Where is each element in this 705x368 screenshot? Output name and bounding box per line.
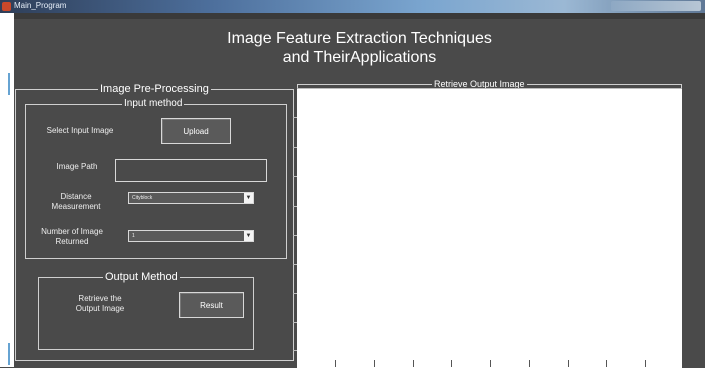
result-button[interactable]: Result: [179, 292, 244, 318]
axis-tick: [606, 360, 607, 367]
retrieve-label-line2: Output Image: [75, 304, 125, 313]
top-band: [14, 13, 705, 19]
axis-tick: [293, 147, 297, 148]
number-returned-select[interactable]: 1 ▼: [128, 230, 254, 242]
edge-mark: [8, 73, 10, 95]
select-input-label: Select Input Image: [46, 126, 114, 135]
chevron-down-icon[interactable]: ▼: [244, 193, 253, 203]
number-selected-value: 1: [132, 233, 135, 239]
number-label-line1: Number of Image: [41, 227, 103, 236]
window-title: Main_Program: [14, 1, 67, 10]
edge-mark: [8, 343, 10, 365]
app-icon: [2, 2, 11, 11]
chevron-down-icon[interactable]: ▼: [244, 231, 253, 241]
distance-selected-value: Cityblock: [132, 195, 153, 201]
axis-tick: [293, 350, 297, 351]
axis-tick: [335, 360, 336, 367]
axis-tick: [293, 176, 297, 177]
distance-measurement-label: Distance Measurement: [40, 192, 112, 212]
app-title: Image Feature Extraction Techniques and …: [14, 29, 705, 67]
distance-label-line1: Distance: [60, 192, 92, 201]
retrieve-output-label: Retrieve the Output Image: [58, 294, 142, 314]
distance-label-line2: Measurement: [51, 202, 101, 211]
output-method-title: Output Method: [103, 270, 180, 284]
axis-tick: [645, 360, 646, 367]
output-image-axes[interactable]: [297, 88, 682, 368]
number-returned-label: Number of Image Returned: [32, 227, 112, 247]
axis-tick: [293, 264, 297, 265]
axis-tick: [568, 360, 569, 367]
preprocessing-title: Image Pre-Processing: [98, 82, 211, 96]
axis-tick: [293, 322, 297, 323]
axis-tick: [293, 117, 297, 118]
app-title-line1: Image Feature Extraction Techniques: [227, 30, 492, 47]
app-title-line2: and TheirApplications: [282, 49, 437, 66]
left-edge-strip: [0, 13, 14, 367]
axis-tick: [293, 235, 297, 236]
axis-tick: [293, 206, 297, 207]
upload-button[interactable]: Upload: [161, 118, 231, 144]
axis-tick: [529, 360, 530, 367]
window-titlebar[interactable]: Main_Program: [0, 0, 705, 13]
axis-tick: [413, 360, 414, 367]
axis-tick: [374, 360, 375, 367]
retrieve-label-line1: Retrieve the: [78, 294, 122, 303]
distance-measurement-select[interactable]: Cityblock ▼: [128, 192, 254, 204]
image-path-field[interactable]: [115, 159, 267, 182]
image-path-label: Image Path: [56, 162, 98, 171]
axis-tick: [490, 360, 491, 367]
input-method-title: Input method: [122, 97, 185, 111]
axis-tick: [293, 293, 297, 294]
number-label-line2: Returned: [55, 237, 89, 246]
window-controls[interactable]: [611, 1, 701, 11]
axis-tick: [451, 360, 452, 367]
